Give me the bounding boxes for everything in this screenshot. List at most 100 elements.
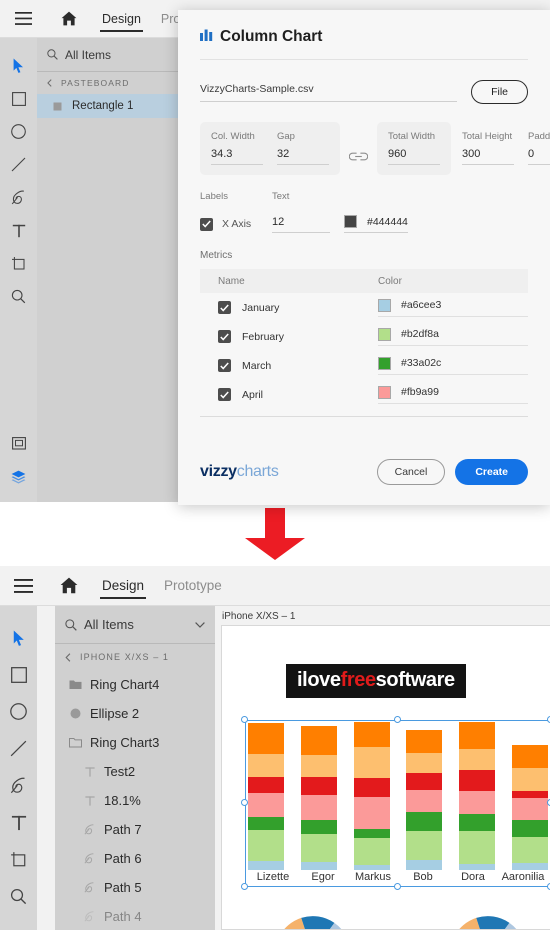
layer-row-path5[interactable]: Path 5 bbox=[55, 873, 215, 902]
metrics-color-cell[interactable]: #b2df8a bbox=[378, 327, 528, 346]
metric-color-swatch[interactable] bbox=[378, 356, 391, 370]
total-height-value[interactable]: 300 bbox=[462, 148, 514, 165]
artboard-iphone[interactable]: ilovefreesoftware Lizette Egor Markus Bob Do… bbox=[221, 625, 550, 930]
assets-panel-button[interactable] bbox=[0, 427, 37, 460]
zoom-tool[interactable] bbox=[0, 280, 37, 313]
text-tool[interactable] bbox=[0, 214, 37, 247]
text-color-value[interactable]: #444444 bbox=[367, 216, 408, 228]
metric-color-swatch[interactable] bbox=[378, 385, 391, 399]
home-icon[interactable] bbox=[46, 11, 92, 26]
tab-design[interactable]: Design bbox=[92, 567, 154, 605]
x-axis-checkbox[interactable] bbox=[200, 217, 213, 231]
metric-checkbox[interactable] bbox=[218, 301, 231, 314]
col-width-field[interactable]: Col. Width 34.3 bbox=[211, 131, 263, 165]
selection-handle[interactable] bbox=[241, 799, 248, 806]
metrics-color-cell[interactable]: #a6cee3 bbox=[378, 298, 528, 317]
canvas-lower[interactable]: iPhone X/XS – 1 ilovefreesoftware Lizett… bbox=[215, 606, 550, 930]
chain-link-icon[interactable] bbox=[340, 122, 377, 166]
select-tool[interactable] bbox=[0, 49, 37, 82]
chart-bar[interactable] bbox=[300, 726, 337, 870]
layer-row-ring-chart4[interactable]: Ring Chart4 bbox=[55, 670, 215, 699]
ellipse-tool[interactable] bbox=[0, 693, 37, 730]
padding-field[interactable]: Padding 0 bbox=[528, 131, 550, 165]
pen-tool[interactable] bbox=[0, 181, 37, 214]
ring-chart-right[interactable] bbox=[445, 911, 531, 929]
ring-chart-left[interactable] bbox=[270, 911, 356, 929]
metric-color-swatch[interactable] bbox=[378, 327, 391, 341]
metrics-color-cell[interactable]: #fb9a99 bbox=[378, 385, 528, 404]
selection-handle[interactable] bbox=[241, 883, 248, 890]
x-axis-toggle[interactable]: X Axis bbox=[200, 217, 272, 231]
layer-group-header-upper[interactable]: PASTEBOARD bbox=[37, 72, 180, 94]
text-color-swatch[interactable] bbox=[344, 215, 357, 228]
line-tool[interactable] bbox=[0, 148, 37, 181]
metric-color-hex[interactable]: #a6cee3 bbox=[401, 299, 441, 311]
chart-bar-segment bbox=[406, 859, 443, 870]
metric-color-swatch[interactable] bbox=[378, 298, 391, 312]
metric-color-hex[interactable]: #b2df8a bbox=[401, 328, 439, 340]
layer-group-header-lower[interactable]: IPHONE X/XS – 1 bbox=[55, 644, 215, 670]
tab-prototype[interactable]: Prototype bbox=[154, 567, 232, 605]
selection-handle[interactable] bbox=[394, 883, 401, 890]
chart-bar-segment bbox=[353, 864, 390, 870]
layer-row-path7[interactable]: Path 7 bbox=[55, 815, 215, 844]
chart-bar-segment bbox=[353, 838, 390, 865]
artboard-label[interactable]: iPhone X/XS – 1 bbox=[222, 611, 295, 622]
selection-handle[interactable] bbox=[241, 716, 248, 723]
artboard-tool[interactable] bbox=[0, 841, 37, 878]
line-tool[interactable] bbox=[0, 730, 37, 767]
cancel-button[interactable]: Cancel bbox=[376, 459, 446, 485]
hamburger-icon[interactable] bbox=[0, 12, 46, 25]
create-button[interactable]: Create bbox=[455, 459, 528, 485]
labels-section: Labels Text X Axis 12 #444444 bbox=[178, 175, 550, 233]
metric-checkbox[interactable] bbox=[218, 388, 231, 401]
layer-row-18-1-percent[interactable]: 18.1% bbox=[55, 786, 215, 815]
rectangle-tool[interactable] bbox=[0, 656, 37, 693]
metric-color-hex[interactable]: #33a02c bbox=[401, 357, 441, 369]
file-button[interactable]: File bbox=[471, 80, 528, 104]
chart-bar-segment bbox=[459, 830, 496, 864]
file-name-field[interactable]: VizzyCharts-Sample.csv bbox=[200, 83, 458, 102]
layers-search-lower[interactable]: All Items bbox=[55, 606, 215, 644]
chart-bar[interactable] bbox=[248, 723, 284, 870]
chart-bar[interactable] bbox=[459, 722, 496, 870]
chart-bar[interactable] bbox=[406, 730, 443, 870]
chart-bar[interactable] bbox=[511, 744, 548, 870]
rectangle-tool[interactable] bbox=[0, 82, 37, 115]
layers-search-upper[interactable]: All Items bbox=[37, 38, 180, 72]
home-icon[interactable] bbox=[46, 577, 92, 594]
total-width-value[interactable]: 960 bbox=[388, 148, 440, 165]
layer-row-ellipse2[interactable]: Ellipse 2 bbox=[55, 699, 215, 728]
chart-bar-segment bbox=[248, 723, 284, 754]
select-tool[interactable] bbox=[0, 619, 37, 656]
total-width-field[interactable]: Total Width 960 bbox=[388, 131, 440, 165]
chart-bar[interactable] bbox=[353, 722, 390, 870]
artboard-tool[interactable] bbox=[0, 247, 37, 280]
layer-label: Test2 bbox=[104, 764, 136, 779]
metric-color-hex[interactable]: #fb9a99 bbox=[401, 386, 439, 398]
selection-handle[interactable] bbox=[394, 716, 401, 723]
text-size-field[interactable]: 12 bbox=[272, 216, 330, 233]
layer-row-path6[interactable]: Path 6 bbox=[55, 844, 215, 873]
hamburger-icon[interactable] bbox=[0, 578, 46, 593]
tab-design[interactable]: Design bbox=[92, 0, 151, 38]
layer-row-path4[interactable]: Path 4 bbox=[55, 902, 215, 930]
text-color-field[interactable]: #444444 bbox=[344, 215, 408, 233]
padding-value[interactable]: 0 bbox=[528, 148, 550, 165]
layer-row-ring-chart3[interactable]: Ring Chart3 bbox=[55, 728, 215, 757]
metrics-color-cell[interactable]: #33a02c bbox=[378, 356, 528, 375]
layer-row-test2[interactable]: Test2 bbox=[55, 757, 215, 786]
layer-row-rectangle1[interactable]: Rectangle 1 bbox=[37, 94, 180, 118]
ellipse-tool[interactable] bbox=[0, 115, 37, 148]
total-height-field[interactable]: Total Height 300 bbox=[462, 131, 514, 165]
col-width-value[interactable]: 34.3 bbox=[211, 148, 263, 165]
pen-tool[interactable] bbox=[0, 767, 37, 804]
text-tool[interactable] bbox=[0, 804, 37, 841]
metric-checkbox[interactable] bbox=[218, 359, 231, 372]
gap-field[interactable]: Gap 32 bbox=[277, 131, 329, 165]
gap-value[interactable]: 32 bbox=[277, 148, 329, 165]
zoom-tool[interactable] bbox=[0, 878, 37, 915]
metric-checkbox[interactable] bbox=[218, 330, 231, 343]
layers-panel-button[interactable] bbox=[0, 460, 37, 493]
stacked-column-chart[interactable]: Lizette Egor Markus Bob Dora Aaronilia bbox=[241, 716, 550, 894]
